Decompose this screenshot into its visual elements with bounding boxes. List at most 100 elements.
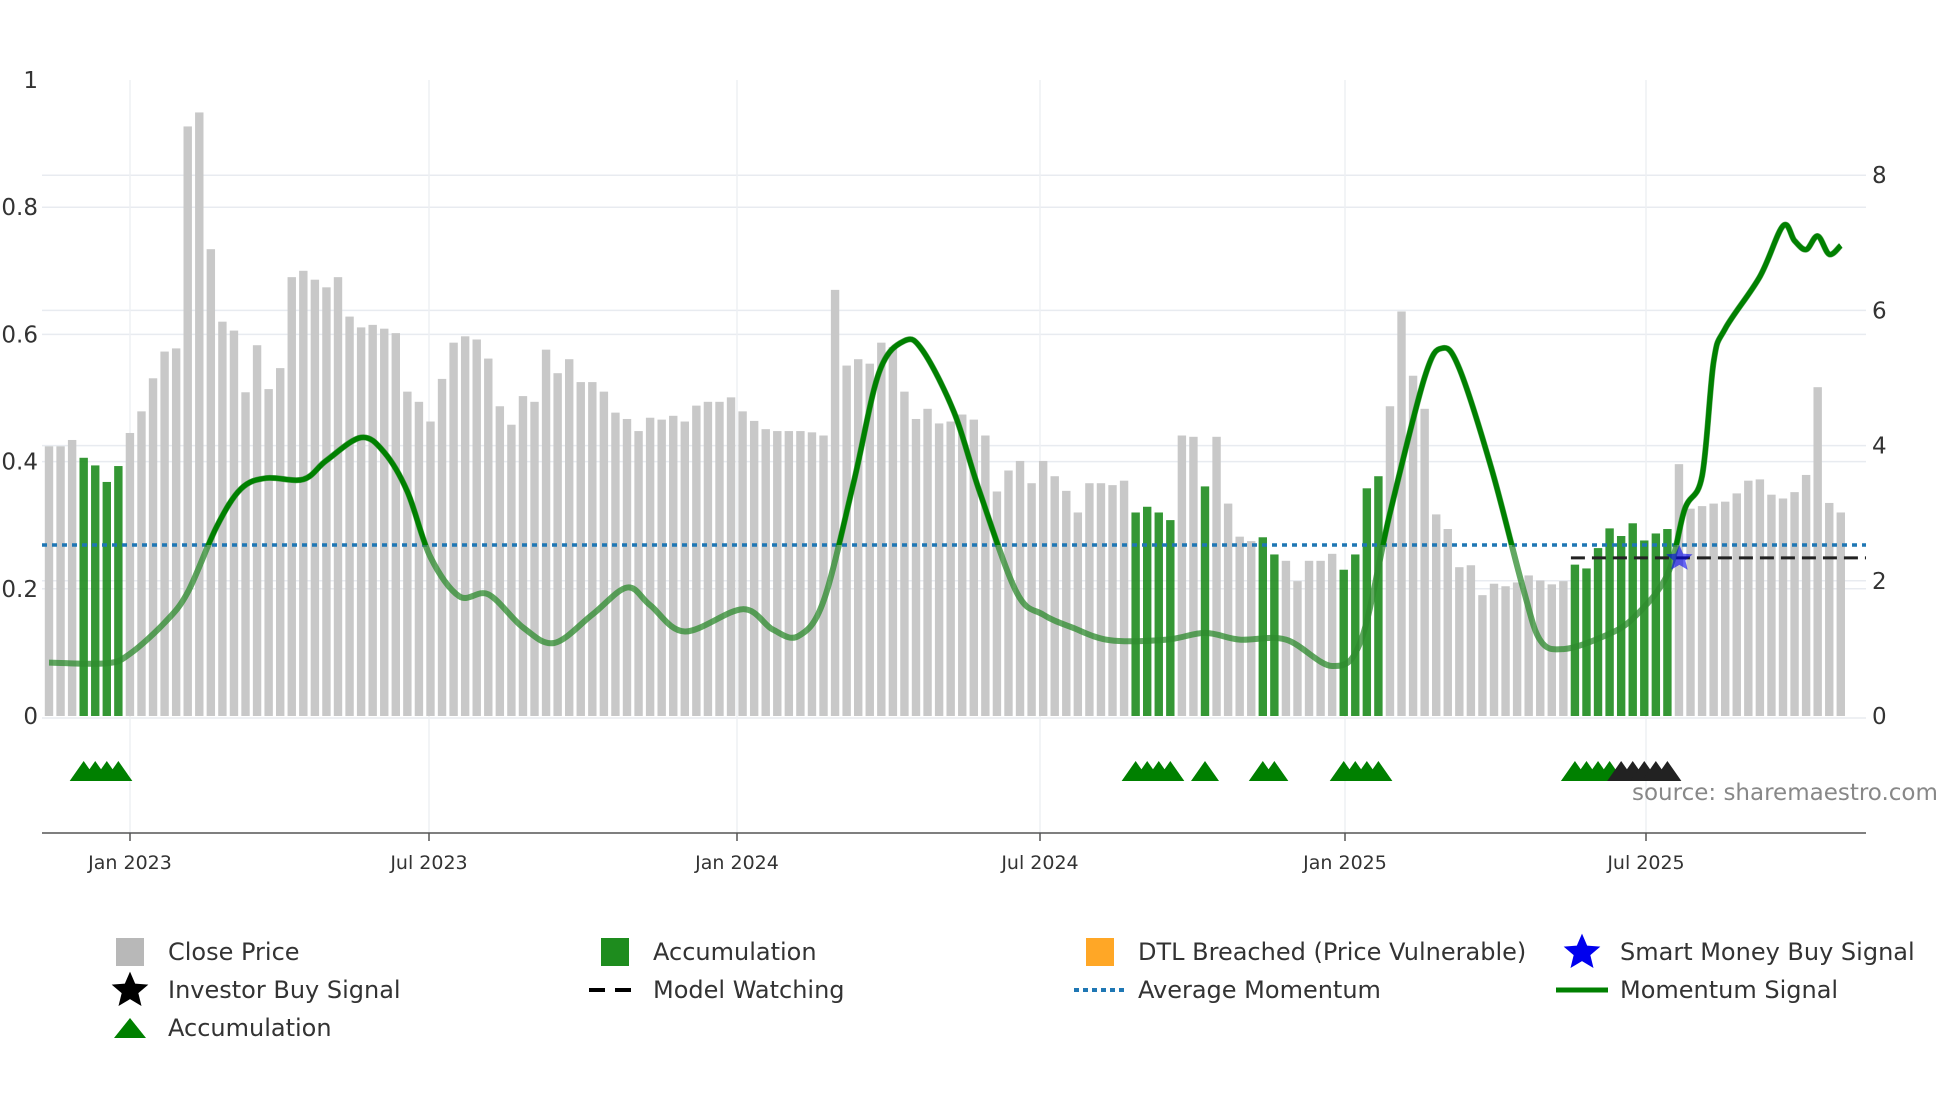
- close-price-bar: [1478, 595, 1487, 716]
- legend-momentum-signal[interactable]: Momentum Signal: [1556, 972, 1838, 1008]
- close-price-bar: [44, 446, 54, 716]
- close-price-bar: [715, 401, 724, 716]
- close-price-bar: [842, 365, 851, 716]
- close-price-bar: [1755, 479, 1765, 716]
- close-price-bar: [1108, 485, 1117, 716]
- close-price-bar: [692, 405, 701, 716]
- close-price-bar: [796, 431, 805, 716]
- left-axis-tick: 0: [23, 704, 38, 730]
- close-price-bar: [599, 391, 609, 716]
- close-price-bar: [299, 270, 308, 716]
- left-axis-tick: 0.4: [1, 450, 38, 476]
- close-price-bar: [819, 435, 828, 716]
- close-price-bar: [56, 446, 65, 716]
- close-price-bar: [830, 289, 840, 716]
- accumulation-bar: [1570, 564, 1580, 716]
- legend-label: Accumulation: [653, 938, 817, 966]
- close-price-bar: [195, 112, 204, 717]
- close-price-bar: [1304, 560, 1314, 716]
- close-price-bar: [761, 429, 770, 716]
- accumulation-bar: [102, 481, 111, 716]
- close-price-bar: [1050, 476, 1059, 716]
- square-orange-icon: [1074, 938, 1126, 966]
- close-price-bar: [1512, 582, 1522, 716]
- close-price-bar: [1212, 436, 1221, 716]
- close-price-bar: [703, 401, 713, 716]
- close-price-bar: [958, 414, 967, 716]
- close-price-bar: [1443, 529, 1452, 716]
- legend-accumulation-marker[interactable]: Accumulation: [104, 1010, 332, 1046]
- close-price-bar: [680, 421, 689, 716]
- close-price-bar: [1732, 493, 1741, 716]
- close-price-bar: [1062, 490, 1071, 716]
- accumulation-bar: [114, 466, 123, 716]
- legend-close-price[interactable]: Close Price: [104, 934, 300, 970]
- close-price-bar: [507, 424, 516, 716]
- close-price-bar: [1385, 406, 1395, 716]
- close-price-bar: [1455, 567, 1464, 716]
- close-price-bar: [484, 358, 493, 716]
- close-price-bar: [900, 391, 909, 716]
- close-price-bar: [125, 432, 135, 716]
- legend-model-watching[interactable]: Model Watching: [589, 972, 845, 1008]
- close-price-bar: [1744, 480, 1753, 716]
- close-price-bar: [67, 439, 77, 716]
- legend-average-momentum[interactable]: Average Momentum: [1074, 972, 1381, 1008]
- close-price-bar: [726, 397, 736, 716]
- close-price-bar: [1489, 583, 1499, 716]
- close-price-bar: [611, 412, 620, 716]
- close-price-bar: [1038, 460, 1048, 716]
- close-price-bar: [206, 249, 216, 716]
- accumulation-bar: [1605, 528, 1614, 716]
- close-price-bar: [1223, 503, 1233, 716]
- close-price-bar: [530, 401, 539, 716]
- close-price-bar: [923, 408, 932, 716]
- close-price-bar: [541, 349, 551, 716]
- close-price-bar: [252, 345, 262, 716]
- legend-smart-money[interactable]: Smart Money Buy Signal: [1556, 933, 1915, 970]
- legend-dtl-breached[interactable]: DTL Breached (Price Vulnerable): [1074, 934, 1526, 970]
- close-price-bar: [854, 359, 863, 716]
- close-price-bar: [1686, 508, 1695, 716]
- right-axis-tick: 2: [1872, 569, 1887, 595]
- close-price-bar: [934, 423, 944, 716]
- accumulation-bar: [1131, 512, 1140, 716]
- close-price-bar: [1721, 501, 1730, 716]
- close-price-bar: [264, 389, 273, 716]
- close-price-bar: [784, 431, 794, 716]
- legend-label: Close Price: [168, 938, 300, 966]
- legend-investor-buy[interactable]: Investor Buy Signal: [104, 971, 401, 1008]
- close-price-bar: [749, 420, 759, 716]
- close-price-bar: [1790, 492, 1799, 716]
- legend-accumulation-bar[interactable]: Accumulation: [589, 934, 817, 970]
- x-axis-tick-label: Jul 2025: [1606, 852, 1684, 874]
- close-price-bar: [1327, 553, 1337, 716]
- close-price-bar: [310, 279, 320, 716]
- dash-line-icon: [589, 985, 641, 995]
- x-axis-tick-label: Jan 2025: [1302, 852, 1387, 874]
- close-price-bar: [437, 378, 447, 716]
- close-price-bar: [276, 368, 285, 716]
- close-price-bar: [137, 411, 146, 716]
- accumulation-bar: [1339, 569, 1348, 716]
- close-price-bar: [645, 417, 655, 716]
- legend-label: Accumulation: [168, 1014, 332, 1042]
- close-price-bar: [981, 435, 990, 716]
- close-price-bar: [322, 287, 331, 716]
- close-price-bar: [807, 432, 817, 716]
- accumulation-bar: [1640, 540, 1649, 716]
- left-axis-tick: 0.6: [1, 322, 38, 348]
- x-axis-tick-label: Jan 2023: [87, 852, 172, 874]
- accumulation-bar: [79, 457, 88, 716]
- close-price-bar: [333, 277, 343, 716]
- close-price-bar: [287, 277, 296, 716]
- close-price-bar: [1536, 580, 1545, 716]
- close-price-bar: [1778, 498, 1788, 716]
- dotted-line-icon: [1074, 985, 1126, 995]
- close-price-bar: [241, 392, 250, 716]
- close-price-bar: [414, 401, 424, 716]
- right-axis-tick: 4: [1872, 434, 1887, 460]
- close-price-bar: [403, 391, 412, 716]
- accumulation-bar: [91, 465, 100, 716]
- close-price-bar: [1119, 480, 1129, 716]
